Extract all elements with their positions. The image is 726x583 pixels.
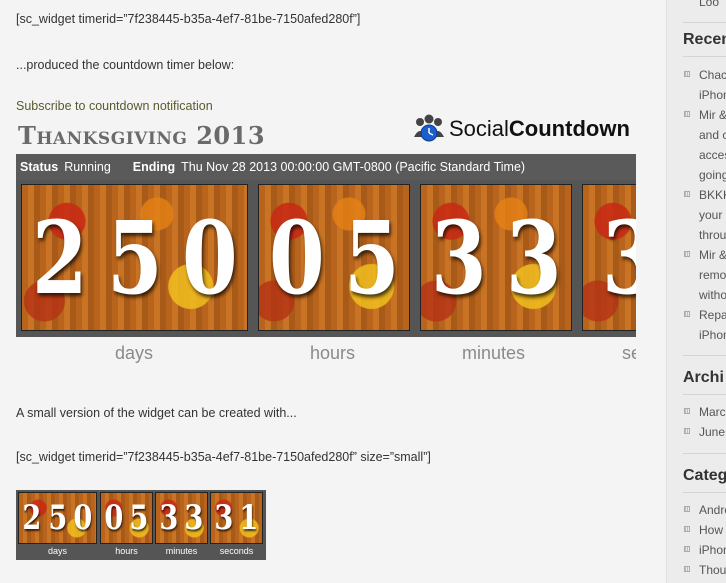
status-value: Running: [64, 160, 111, 174]
sidebar: Loo Recen Chaci iPhon Mir & and c acces going…: [666, 0, 726, 583]
sidebar-recent-item[interactable]: throu: [699, 228, 726, 242]
brand-social: Social: [449, 116, 509, 141]
sidebar-category-item[interactable]: How: [699, 523, 723, 537]
square-bullet-icon: [684, 428, 690, 434]
sidebar-category-item[interactable]: Andro: [699, 503, 726, 517]
title-word: Thanksgiving: [18, 121, 188, 150]
people-clock-icon: [414, 114, 444, 142]
digit: 5: [129, 498, 149, 538]
minutes-digits: 3 3: [420, 184, 572, 331]
minutes-label: minutes: [462, 343, 526, 363]
digit: 3: [214, 498, 234, 538]
sidebar-recent-item[interactable]: Mir &: [699, 108, 726, 122]
square-bullet-icon: [684, 251, 690, 257]
sidebar-divider: [683, 453, 726, 454]
small-seconds-label: seconds: [219, 546, 254, 556]
sidebar-recent-item[interactable]: BKKK: [699, 188, 726, 202]
sidebar-recent-item[interactable]: going: [699, 168, 726, 182]
sidebar-archive-item[interactable]: June: [699, 425, 725, 439]
digit: 3: [184, 498, 204, 538]
sidebar-recent-item[interactable]: and c: [699, 128, 726, 142]
digit: 5: [343, 198, 400, 317]
sidebar-recent-item[interactable]: acces: [699, 148, 726, 162]
seconds-digits: 3: [582, 184, 636, 331]
digit: 3: [430, 198, 487, 317]
digit: 0: [104, 498, 124, 538]
archives-heading: Archi: [683, 369, 724, 386]
sidebar-category-item[interactable]: iPhon: [699, 543, 726, 557]
shortcode-large: [sc_widget timerid=”7f238445-b35a-4ef7-8…: [16, 12, 361, 26]
recent-heading: Recen: [683, 31, 726, 48]
sidebar-divider: [683, 56, 726, 57]
digit: 2: [22, 498, 42, 538]
widget-title: Thanksgiving 2013: [18, 121, 265, 150]
digit: 1: [239, 498, 259, 538]
sidebar-divider: [683, 355, 726, 356]
square-bullet-icon: [684, 71, 690, 77]
small-days-label: days: [47, 546, 67, 556]
hours-label: hours: [310, 343, 356, 363]
sidebar-category-item[interactable]: Thou: [699, 563, 726, 577]
digit: 0: [181, 198, 238, 317]
small-hours-label: hours: [115, 546, 138, 556]
sidebar-top-fragment[interactable]: Loo: [699, 0, 719, 12]
sidebar-recent-item[interactable]: your: [699, 208, 722, 222]
brand-text: SocialCountdown: [449, 116, 630, 142]
status-label: Status: [20, 160, 59, 174]
days-digits: 2 5 0: [21, 184, 248, 331]
small-minutes-label: minutes: [165, 546, 198, 556]
sidebar-divider: [683, 22, 726, 23]
sidebar-recent-item[interactable]: witho: [699, 288, 726, 302]
social-countdown-brand[interactable]: SocialCountdown: [413, 113, 630, 145]
sidebar-divider: [683, 492, 726, 493]
produced-text: ...produced the countdown timer below:: [16, 58, 235, 72]
subscribe-link[interactable]: Subscribe to countdown notification: [16, 99, 213, 113]
countdown-widget-large: Status Running Ending Thu Nov 28 2013 00…: [16, 154, 636, 337]
sidebar-recent-item[interactable]: Repa: [699, 308, 726, 322]
sidebar-recent-item[interactable]: remo: [699, 268, 726, 282]
square-bullet-icon: [684, 111, 690, 117]
sidebar-divider: [683, 394, 726, 395]
digit: 0: [268, 198, 325, 317]
small-minutes-digits: 3 3: [155, 492, 208, 544]
digit: 2: [31, 198, 88, 317]
digit: 0: [73, 498, 93, 538]
digit: 5: [106, 198, 163, 317]
ending-value: Thu Nov 28 2013 00:00:00 GMT-0800 (Pacif…: [181, 160, 526, 174]
status-bar: Status Running Ending Thu Nov 28 2013 00…: [16, 154, 636, 180]
categories-heading: Categ: [683, 467, 726, 484]
digit: 3: [505, 198, 562, 317]
digit: 3: [602, 208, 636, 308]
hours-digits: 0 5: [258, 184, 410, 331]
sidebar-recent-item[interactable]: Chaci: [699, 68, 726, 82]
square-bullet-icon: [684, 526, 690, 532]
square-bullet-icon: [684, 506, 690, 512]
square-bullet-icon: [684, 566, 690, 572]
seconds-label: se: [622, 343, 636, 363]
days-label: days: [115, 343, 154, 363]
square-bullet-icon: [684, 191, 690, 197]
digit: 3: [159, 498, 179, 538]
sidebar-recent-item[interactable]: Mir &: [699, 248, 726, 262]
small-hours-digits: 0 5: [100, 492, 153, 544]
digit: 5: [48, 498, 67, 538]
title-year: 2013: [196, 121, 266, 150]
square-bullet-icon: [684, 546, 690, 552]
brand-countdown: Countdown: [508, 116, 630, 141]
square-bullet-icon: [684, 311, 690, 317]
main-content: [sc_widget timerid=”7f238445-b35a-4ef7-8…: [0, 0, 666, 583]
ending-label: Ending: [132, 160, 176, 174]
shortcode-small: [sc_widget timerid=”7f238445-b35a-4ef7-8…: [16, 450, 431, 464]
small-version-text: A small version of the widget can be cre…: [16, 406, 297, 420]
countdown-widget-small: 2 5 0 0 5 3 3 3 1 days hours minutes sec…: [16, 490, 266, 560]
sidebar-archive-item[interactable]: March: [699, 405, 726, 419]
small-days-digits: 2 5 0: [18, 492, 97, 544]
sidebar-recent-item[interactable]: iPhon: [699, 328, 726, 342]
sidebar-recent-item[interactable]: iPhon: [699, 88, 726, 102]
square-bullet-icon: [684, 408, 690, 414]
small-seconds-digits: 3 1: [210, 492, 263, 544]
